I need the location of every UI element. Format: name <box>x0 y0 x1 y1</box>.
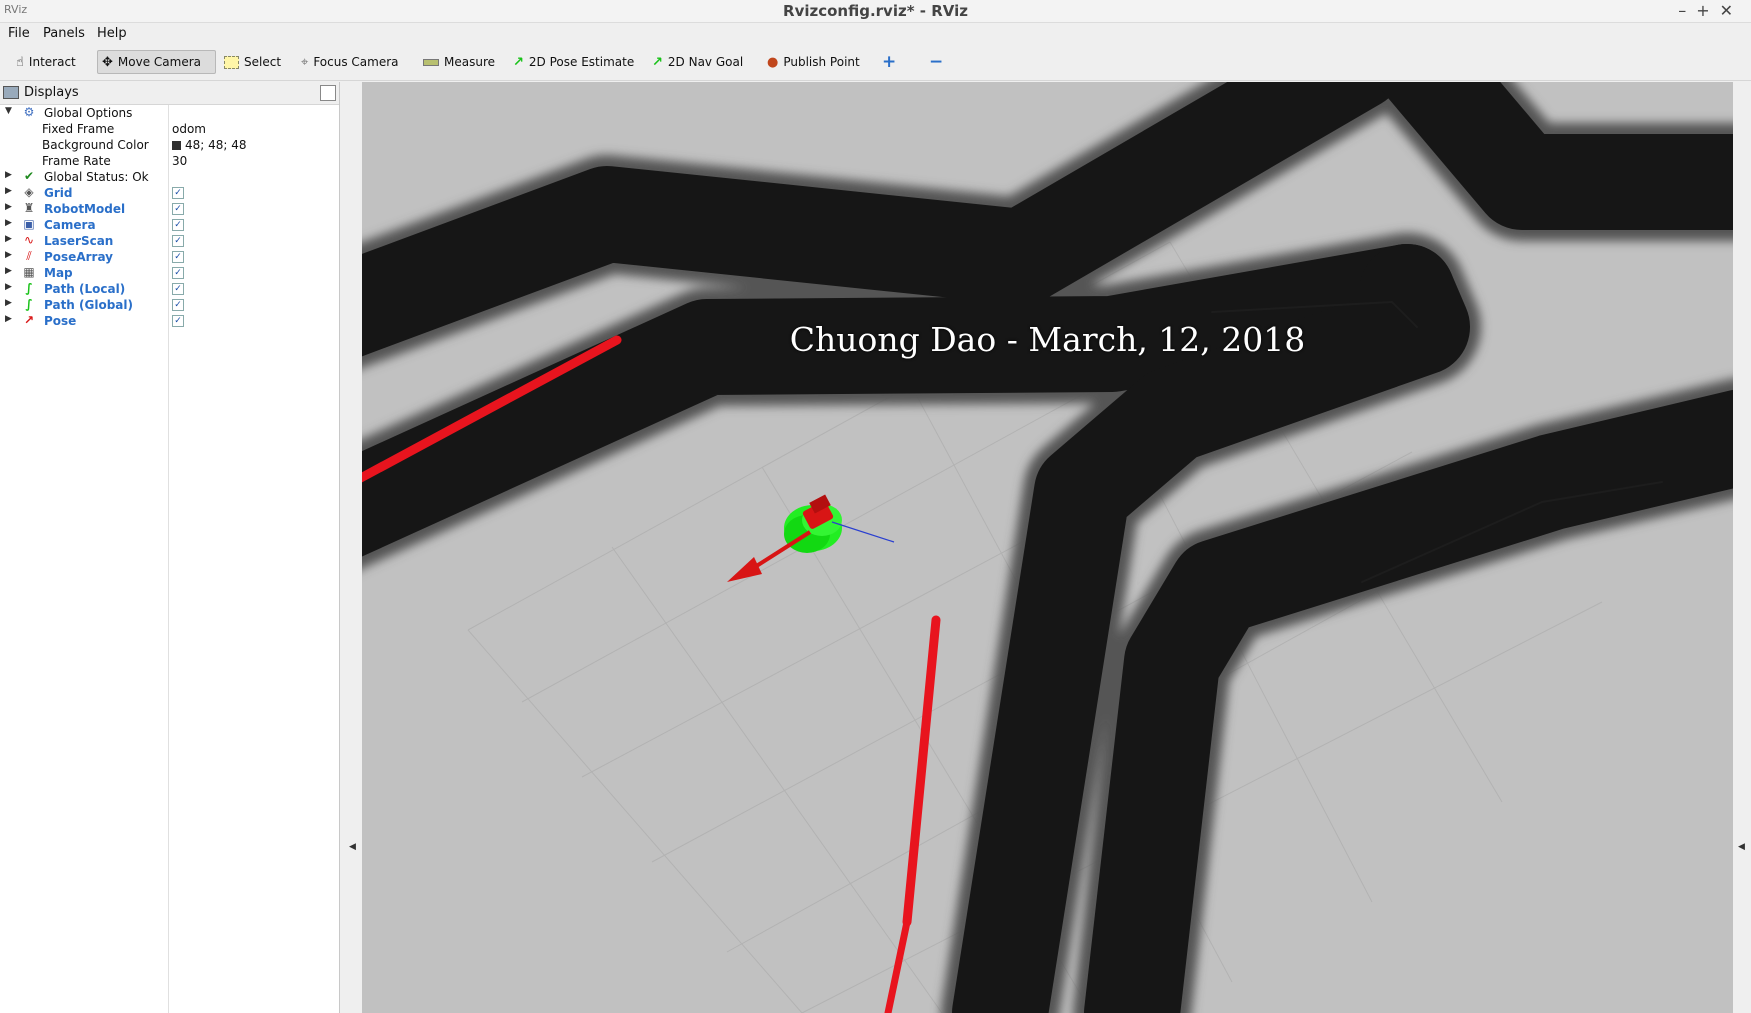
display-row-robotmodel[interactable]: ▶ ♜ RobotModel ✓ <box>0 201 339 217</box>
display-enabled-checkbox[interactable]: ✓ <box>172 219 184 231</box>
expand-arrow-icon[interactable]: ▶ <box>5 266 12 276</box>
expand-arrow-icon[interactable]: ▶ <box>5 186 12 196</box>
panel-close-button[interactable] <box>320 85 336 101</box>
tool-measure[interactable]: Measure <box>419 50 499 74</box>
path-icon: ∫ <box>25 281 33 295</box>
green-arrow-icon: ↗ <box>513 54 524 70</box>
tree-row-background-color[interactable]: Background Color 48; 48; 48 <box>0 137 339 153</box>
map-icon: ▦ <box>23 265 35 279</box>
display-row-map[interactable]: ▶ ▦ Map ✓ <box>0 265 339 281</box>
expand-arrow-icon[interactable]: ▶ <box>5 234 12 244</box>
expand-arrow-icon[interactable]: ▶ <box>5 282 12 292</box>
display-enabled-checkbox[interactable]: ✓ <box>172 299 184 311</box>
monitor-icon <box>3 86 19 99</box>
ruler-icon <box>423 58 439 66</box>
left-panel-splitter[interactable]: ◀ <box>340 82 362 1013</box>
robot-icon: ♜ <box>23 201 35 215</box>
crosshair-icon: ⌖ <box>301 54 309 70</box>
tool-move-camera[interactable]: ✥ Move Camera <box>97 50 216 74</box>
background-color-value[interactable]: 48; 48; 48 <box>172 138 247 152</box>
right-panel-splitter[interactable]: ◀ <box>1733 82 1751 1013</box>
map-pin-icon: ● <box>767 54 779 70</box>
render-viewport[interactable]: Chuong Dao - March, 12, 2018 <box>362 82 1733 1013</box>
pose-arrow-icon: ↗ <box>23 313 35 327</box>
display-row-camera[interactable]: ▶ ▣ Camera ✓ <box>0 217 339 233</box>
hand-pointer-icon: ☝ <box>16 54 24 70</box>
collapse-left-icon[interactable]: ◀ <box>349 842 356 852</box>
frame-rate-value[interactable]: 30 <box>172 154 187 168</box>
display-row-posearray[interactable]: ▶ ⫽ PoseArray ✓ <box>0 249 339 265</box>
display-enabled-checkbox[interactable]: ✓ <box>172 235 184 247</box>
path-icon: ∫ <box>25 297 33 311</box>
tool-focus-camera[interactable]: ⌖ Focus Camera <box>297 50 403 74</box>
display-row-path-local[interactable]: ▶ ∫ Path (Local) ✓ <box>0 281 339 297</box>
tree-row-frame-rate[interactable]: Frame Rate 30 <box>0 153 339 169</box>
maximize-icon[interactable]: + <box>1696 1 1719 20</box>
display-enabled-checkbox[interactable]: ✓ <box>172 251 184 263</box>
display-enabled-checkbox[interactable]: ✓ <box>172 187 184 199</box>
tool-bar: ☝ Interact ✥ Move Camera Select ⌖ Focus Cam… <box>0 45 1751 81</box>
tool-2d-pose-estimate[interactable]: ↗ 2D Pose Estimate <box>509 50 638 74</box>
tool-2d-nav-goal[interactable]: ↗ 2D Nav Goal <box>648 50 747 74</box>
minimize-icon[interactable]: – <box>1678 1 1696 20</box>
collapse-right-icon[interactable]: ◀ <box>1738 842 1745 852</box>
display-enabled-checkbox[interactable]: ✓ <box>172 315 184 327</box>
expand-arrow-icon[interactable]: ▶ <box>5 202 12 212</box>
menu-bar: File Panels Help <box>0 23 1751 44</box>
green-arrow-icon: ↗ <box>652 54 663 70</box>
close-icon[interactable]: ✕ <box>1720 1 1743 20</box>
display-row-laserscan[interactable]: ▶ ∿ LaserScan ✓ <box>0 233 339 249</box>
displays-panel-header: Displays <box>0 82 339 105</box>
display-row-pose[interactable]: ▶ ↗ Pose ✓ <box>0 313 339 329</box>
displays-panel-title: Displays <box>24 85 79 100</box>
menu-file[interactable]: File <box>8 26 30 41</box>
map-render[interactable] <box>362 82 1733 1013</box>
tree-row-global-status[interactable]: ▶ ✔ Global Status: Ok <box>0 169 339 185</box>
move-arrows-icon: ✥ <box>102 54 113 70</box>
menu-help[interactable]: Help <box>97 26 127 41</box>
checkmark-icon: ✔ <box>23 169 35 183</box>
tree-row-fixed-frame[interactable]: Fixed Frame odom <box>0 121 339 137</box>
collapse-arrow-icon[interactable]: ▼ <box>5 106 12 116</box>
display-enabled-checkbox[interactable]: ✓ <box>172 267 184 279</box>
display-row-grid[interactable]: ▶ ◈ Grid ✓ <box>0 185 339 201</box>
display-enabled-checkbox[interactable]: ✓ <box>172 283 184 295</box>
expand-arrow-icon[interactable]: ▶ <box>5 218 12 228</box>
selection-box-icon <box>224 55 239 69</box>
gear-icon: ⚙ <box>23 105 35 119</box>
add-tool-button[interactable]: + <box>878 50 900 74</box>
tool-interact[interactable]: ☝ Interact <box>12 50 80 74</box>
window-controls: –+✕ <box>1678 1 1743 20</box>
remove-tool-button[interactable]: − <box>925 50 947 74</box>
expand-arrow-icon[interactable]: ▶ <box>5 250 12 260</box>
tree-row-global-options[interactable]: ▼ ⚙ Global Options <box>0 105 339 121</box>
title-bar: RViz Rvizconfig.rviz* - RViz –+✕ <box>0 0 1751 23</box>
laser-scan-icon: ∿ <box>23 233 35 247</box>
grid-icon: ◈ <box>24 185 34 199</box>
display-row-path-global[interactable]: ▶ ∫ Path (Global) ✓ <box>0 297 339 313</box>
menu-panels[interactable]: Panels <box>43 26 85 41</box>
expand-arrow-icon[interactable]: ▶ <box>5 298 12 308</box>
expand-arrow-icon[interactable]: ▶ <box>5 314 12 324</box>
color-swatch <box>172 141 181 150</box>
displays-panel: Displays ▼ ⚙ Global Options Fixed Frame … <box>0 82 340 1013</box>
expand-arrow-icon[interactable]: ▶ <box>5 170 12 180</box>
camera-icon: ▣ <box>23 217 35 231</box>
pose-array-icon: ⫽ <box>26 249 32 263</box>
overlay-caption: Chuong Dao - March, 12, 2018 <box>789 320 1306 359</box>
fixed-frame-value[interactable]: odom <box>172 122 206 136</box>
tool-publish-point[interactable]: ● Publish Point <box>763 50 864 74</box>
tool-select[interactable]: Select <box>220 50 285 74</box>
display-enabled-checkbox[interactable]: ✓ <box>172 203 184 215</box>
window-title: Rvizconfig.rviz* - RViz <box>783 2 968 20</box>
